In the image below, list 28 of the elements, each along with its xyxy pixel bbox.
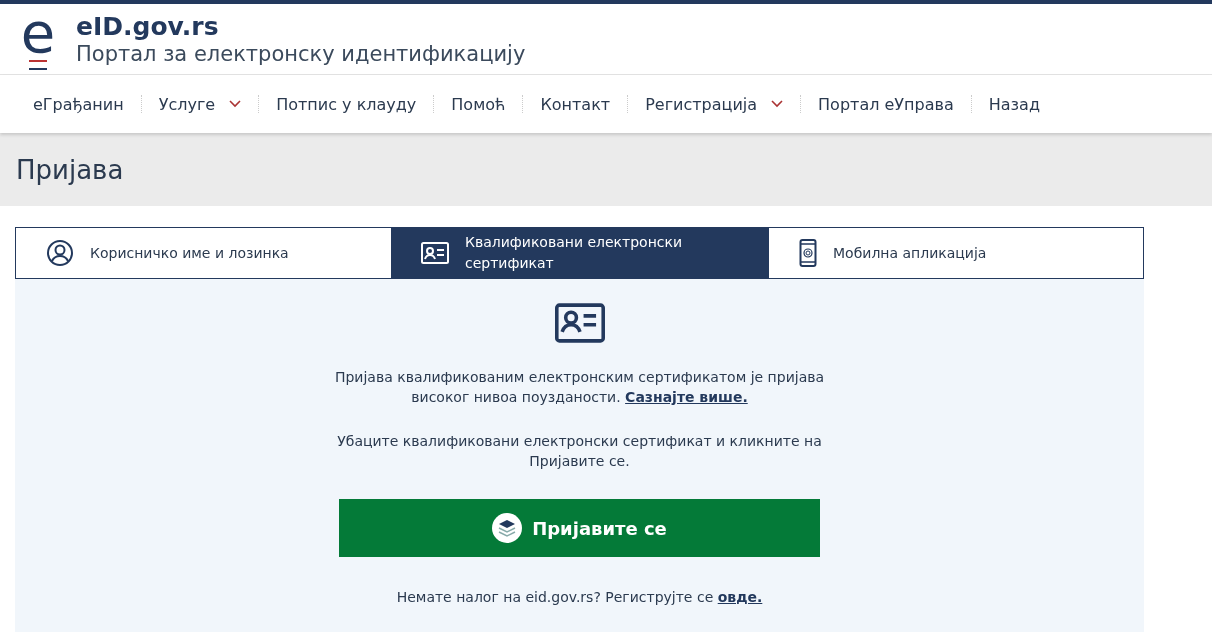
login-tab[interactable]: Квалификовани електронски сертификат bbox=[391, 228, 769, 278]
nav-link[interactable]: Портал еУправа bbox=[818, 94, 954, 114]
register-text: Немате налог на eid.gov.rs? Региструјте се овде. bbox=[396, 588, 763, 607]
login-tab[interactable]: Корисничко име и лозинка bbox=[16, 228, 391, 278]
login-tab[interactable]: Мобилна апликација bbox=[769, 228, 1143, 278]
nav-link[interactable]: Назад bbox=[988, 94, 1040, 114]
id-card-icon bbox=[554, 301, 605, 345]
nav-link[interactable]: еГрађанин bbox=[33, 94, 124, 114]
register-link[interactable]: овде. bbox=[717, 589, 763, 605]
nav-link[interactable]: Регистрација bbox=[645, 94, 784, 114]
chevron-down-icon bbox=[229, 100, 242, 108]
instruction-text: Убаците квалификовани електронски сертификат и кликните на Пријавите се. bbox=[336, 432, 823, 471]
logo[interactable]: e bbox=[16, 10, 60, 70]
chevron-down-icon bbox=[771, 100, 784, 108]
info-text: Пријава квалификованим електронским сертификатом је пријава високог нивоа поузданости. Сазнајте више. bbox=[333, 368, 826, 407]
user-icon bbox=[46, 239, 74, 267]
site-subtitle: Портал за електронску идентификацију bbox=[76, 41, 526, 67]
nav-link[interactable]: Потпис у клауду bbox=[276, 94, 417, 114]
learn-more-link[interactable]: Сазнајте више. bbox=[625, 389, 748, 405]
page-title: Пријава bbox=[15, 154, 125, 187]
phone-icon bbox=[799, 239, 817, 267]
id-card-icon bbox=[421, 242, 449, 264]
site-name: eID.gov.rs bbox=[76, 13, 220, 41]
login-button[interactable]: Пријавите се bbox=[339, 499, 820, 557]
nav-link[interactable]: Услуге bbox=[158, 94, 242, 114]
nav-link[interactable]: Помоћ bbox=[451, 94, 506, 114]
nav-link[interactable]: Контакт bbox=[540, 94, 611, 114]
layers-icon bbox=[492, 513, 523, 543]
